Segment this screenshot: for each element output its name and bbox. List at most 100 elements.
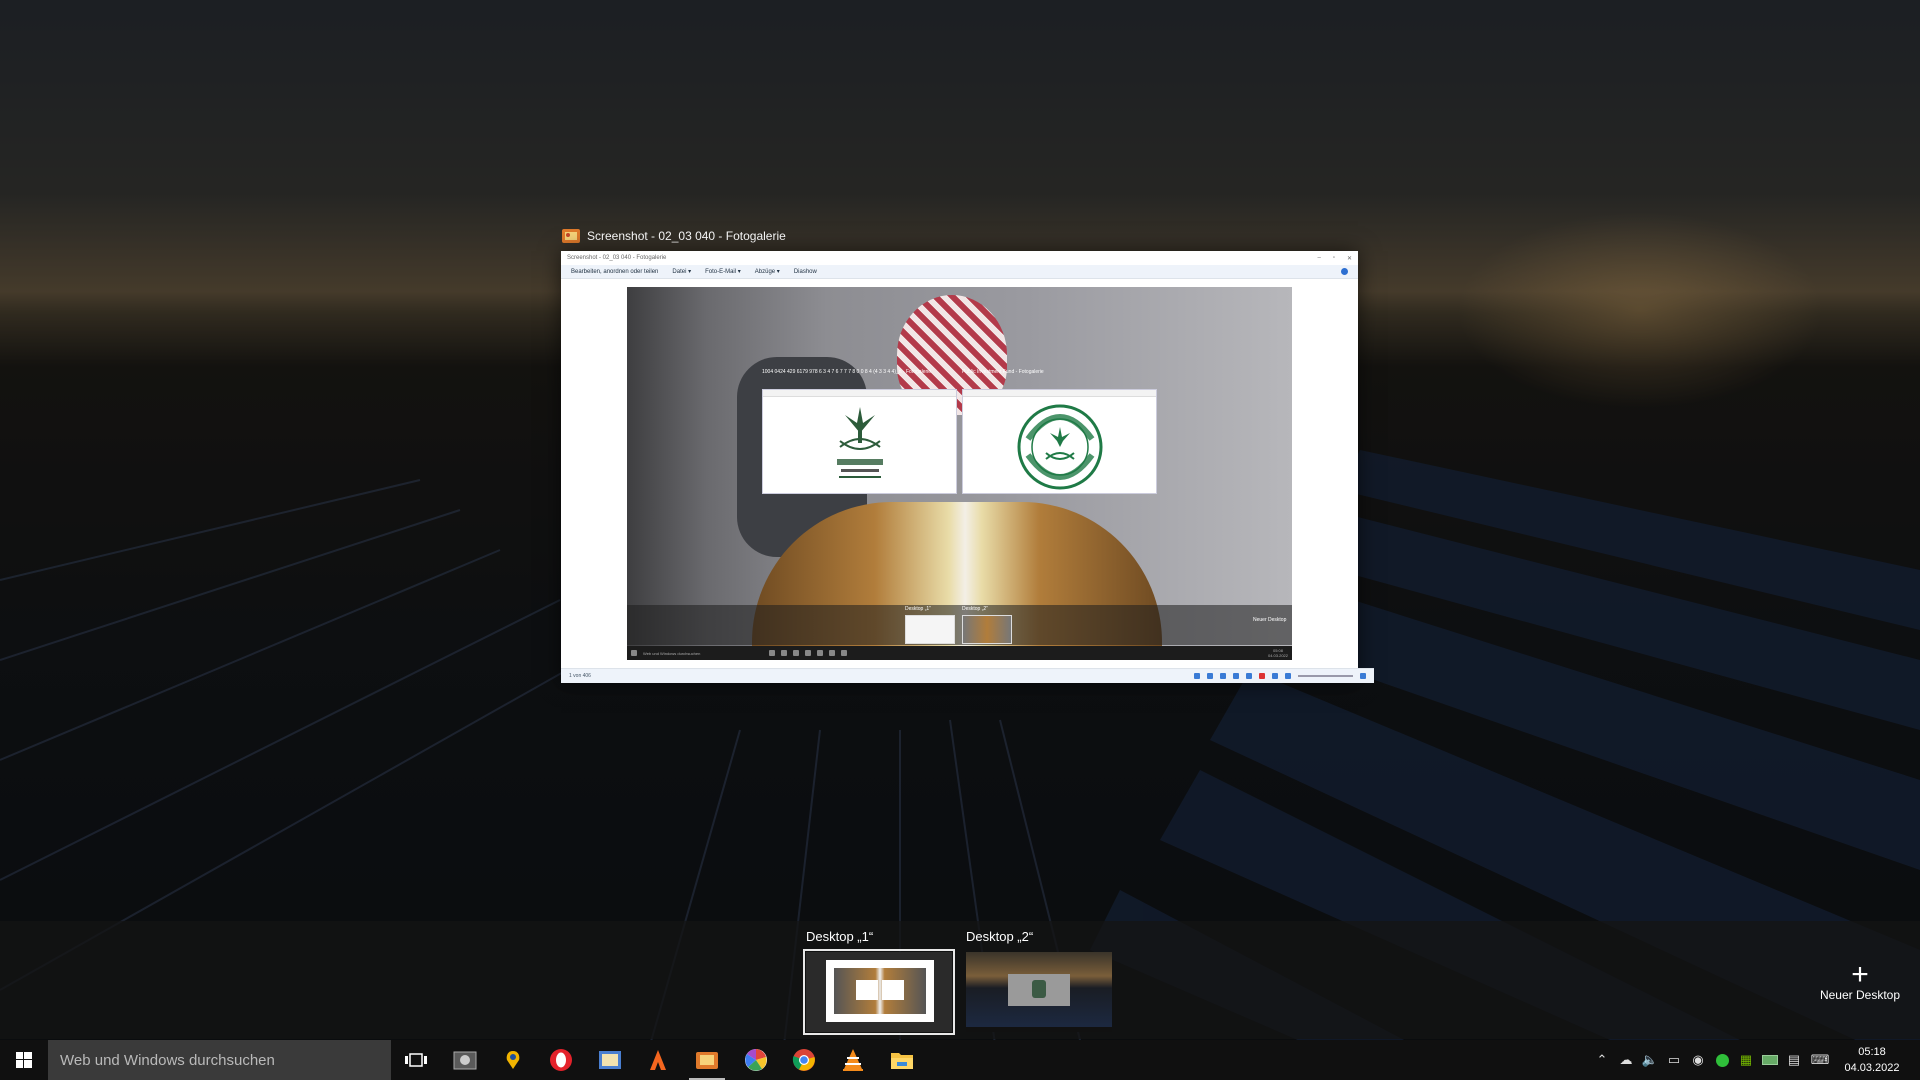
mini-window-foreign-affairs (762, 389, 957, 494)
previous-icon (1194, 673, 1200, 679)
mini-new-desktop-label: Neuer Desktop (1253, 617, 1287, 623)
displayed-photo: 1004 0424 429 6179 978 6 3 4 7 6 7 7 7 8… (627, 287, 1292, 660)
delete-icon (1259, 673, 1265, 679)
next-icon (1220, 673, 1226, 679)
camera-app-icon (453, 1051, 477, 1070)
taskbar-app-vlc[interactable] (829, 1040, 877, 1080)
mini-desktop1-label: Desktop „1“ (905, 606, 931, 612)
desktop2-thumbnail[interactable] (966, 952, 1112, 1032)
thumb-logo1 (856, 980, 878, 1000)
inner-status-bar: 1 von 406 (561, 668, 1374, 683)
taskbar: Web und Windows durchsuchen ⌃ ☁ 🔈 ▭ ◉ ▦ … (0, 1040, 1920, 1080)
tray-nvidia-icon[interactable]: ▦ (1734, 1040, 1758, 1080)
desktop1-label: Desktop „1“ (806, 929, 874, 944)
plus-icon: + (1851, 958, 1869, 991)
mini-app-icon (769, 650, 775, 656)
desktop1-thumbnail[interactable] (803, 949, 955, 1035)
menu-photo-email: Foto-E-Mail ▾ (705, 269, 741, 275)
mini-app-icon (829, 650, 835, 656)
thumb-photo (834, 968, 926, 1014)
file-explorer-icon (891, 1053, 913, 1069)
tray-printer-icon[interactable]: ▭ (1662, 1040, 1686, 1080)
photo-gallery-icon (696, 1052, 718, 1069)
search-placeholder: Web und Windows durchsuchen (60, 1051, 275, 1069)
taskbar-app-photo-editor[interactable] (586, 1040, 634, 1080)
thumb-logo2 (882, 980, 904, 1000)
menu-edit: Bearbeiten, anordnen oder teilen (571, 268, 659, 275)
mini-clock: 05:08 04.03.2022 (1268, 648, 1288, 658)
new-desktop-button[interactable]: + Neuer Desktop (1806, 958, 1914, 1003)
thumb-taskbar (966, 1027, 1112, 1032)
windows-logo-icon (16, 1052, 32, 1068)
taskbar-app-adobe[interactable] (634, 1040, 682, 1080)
zoom-in-icon (1360, 673, 1366, 679)
task-view-button[interactable] (392, 1040, 440, 1080)
tray-battery-icon[interactable] (1758, 1040, 1782, 1080)
clock-date: 04.03.2022 (1844, 1062, 1900, 1074)
mini-window2-title: Public Investment Fund - Fotogalerie (962, 369, 1044, 375)
mini-app-icon (805, 650, 811, 656)
start-button[interactable] (0, 1040, 48, 1080)
taskbar-app-chrome[interactable] (780, 1040, 828, 1080)
photo-gallery-window-preview[interactable]: Screenshot - 02_03 040 - Fotogalerie – ▫… (561, 251, 1374, 683)
mini-window-titlebar (763, 390, 956, 397)
photo-counter: 1 von 406 (569, 673, 591, 679)
viewer-toolbar (1194, 673, 1366, 679)
new-desktop-label: Neuer Desktop (1819, 988, 1901, 1002)
rotate-left-icon (1233, 673, 1239, 679)
mini-desktop2-label: Desktop „2“ (962, 606, 988, 612)
inner-title-text: Screenshot - 02_03 040 - Fotogalerie (567, 255, 667, 261)
mini-taskbar: Web und Windows durchsuchen 05:08 04.03.… (627, 646, 1292, 660)
desktop2-label: Desktop „2“ (966, 929, 1034, 944)
mini-window-pif (962, 389, 1157, 494)
tray-network-icon[interactable]: ☁ (1614, 1040, 1638, 1080)
zoom-slider (1298, 675, 1353, 677)
adobe-icon (650, 1050, 666, 1070)
mini-task-view-strip: Desktop „1“ Desktop „2“ Neuer Desktop (627, 605, 1292, 645)
taskbar-app-camera[interactable] (441, 1040, 489, 1080)
mini-search-text: Web und Windows durchsuchen (643, 650, 701, 656)
picasa-icon (745, 1049, 767, 1071)
taskbar-search-box[interactable]: Web und Windows durchsuchen (48, 1040, 391, 1080)
menu-prints: Abzüge ▾ (754, 269, 780, 275)
mini-app-icon (793, 650, 799, 656)
mini-clock-date: 04.03.2022 (1267, 653, 1288, 658)
chrome-icon (792, 1049, 815, 1071)
mini-desktop1-thumb (905, 615, 955, 644)
mini-desktop2-thumb (962, 615, 1012, 644)
inner-menu-bar: Bearbeiten, anordnen oder teilen Datei ▾… (561, 265, 1358, 279)
taskbar-app-map[interactable] (489, 1040, 537, 1080)
taskbar-app-picasa[interactable] (732, 1040, 780, 1080)
taskbar-app-photo-gallery[interactable] (683, 1040, 731, 1080)
tray-security-icon[interactable]: ◉ (1686, 1040, 1710, 1080)
mini-window1-title: 1004 0424 429 6179 978 6 3 4 7 6 7 7 7 8… (762, 369, 932, 375)
fit-icon (1272, 673, 1278, 679)
tray-shield-check-icon[interactable] (1710, 1040, 1734, 1080)
tray-volume-icon[interactable]: 🔈 (1638, 1040, 1662, 1080)
maximize-icon: ▫ (1332, 254, 1335, 261)
photo-editor-icon (599, 1051, 621, 1069)
inner-titlebar: Screenshot - 02_03 040 - Fotogalerie – ▫… (561, 251, 1358, 265)
zoom-icon (1285, 673, 1291, 679)
taskbar-app-opera[interactable] (537, 1040, 585, 1080)
taskbar-app-file-explorer[interactable] (878, 1040, 926, 1080)
mini-app-icon (817, 650, 823, 656)
saudi-emblem-logo (836, 407, 883, 478)
mini-app-icon (781, 650, 787, 656)
thumb-window (826, 960, 934, 1022)
map-pin-icon (506, 1051, 520, 1069)
tray-action-center-icon[interactable]: ▤ (1782, 1040, 1806, 1080)
virtual-desktop-strip (0, 921, 1920, 1039)
help-icon (1341, 268, 1348, 275)
tray-chevron-up-icon[interactable]: ⌃ (1590, 1040, 1614, 1080)
slideshow-icon (1207, 673, 1213, 679)
window-preview-title[interactable]: Screenshot - 02_03 040 - Fotogalerie (561, 226, 786, 246)
close-icon: ✕ (1346, 255, 1352, 262)
mini-app-icon (841, 650, 847, 656)
menu-file: Datei ▾ (672, 269, 692, 275)
thumb-emblem (1032, 980, 1046, 998)
pif-seal-logo (1017, 404, 1102, 490)
photo-gallery-icon (562, 229, 580, 243)
tray-keyboard-icon[interactable]: ⌨ (1808, 1040, 1832, 1080)
taskbar-clock[interactable]: 05:18 04.03.2022 (1838, 1040, 1906, 1080)
